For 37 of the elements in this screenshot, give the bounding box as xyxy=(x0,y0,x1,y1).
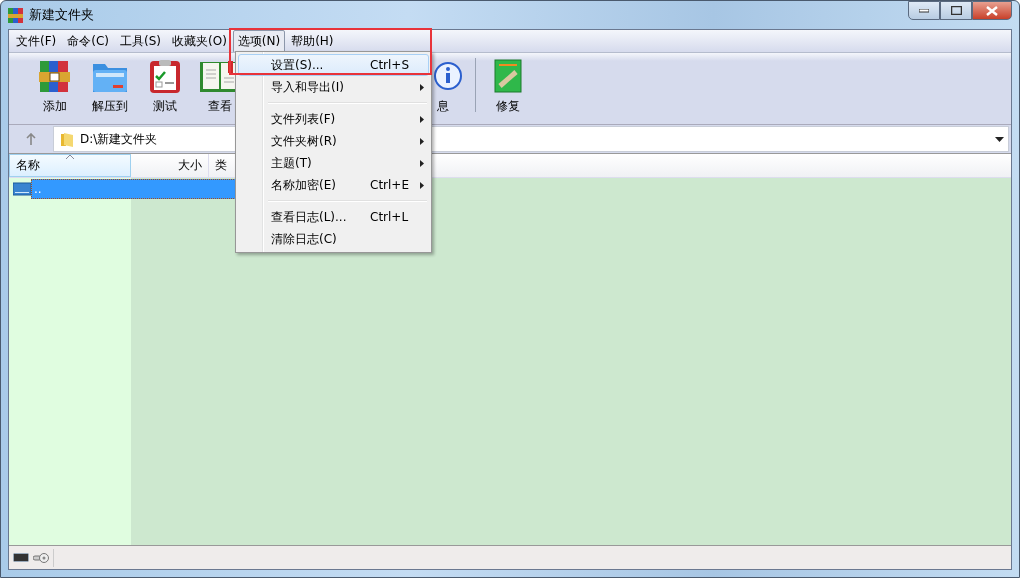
books-icon xyxy=(36,58,73,94)
menu-entry[interactable]: 名称加密(E) Ctrl+E xyxy=(238,174,429,196)
toolbar-button[interactable]: 测试 xyxy=(137,58,192,115)
menu-entry[interactable]: 导入和导出(I) xyxy=(238,76,429,98)
menu-entry[interactable]: 文件夹树(R) xyxy=(238,130,429,152)
toolbar-button[interactable]: 修复 xyxy=(488,58,528,115)
parent-folder-icon xyxy=(13,182,31,196)
repair-kit-icon xyxy=(493,58,523,94)
folder-icon xyxy=(60,131,74,147)
column-header[interactable]: 大小 xyxy=(178,157,202,174)
up-arrow-icon[interactable] xyxy=(26,133,36,145)
column-header[interactable]: 名称 xyxy=(16,157,40,174)
toolbar-button[interactable]: 息 xyxy=(433,58,463,115)
app-icon xyxy=(8,7,23,23)
drive-icon xyxy=(13,553,29,562)
menu-item[interactable]: 命令(C) xyxy=(62,29,114,53)
clipboard-icon xyxy=(147,58,182,94)
toolbar-button[interactable]: 解压到 xyxy=(82,58,137,115)
window-title: 新建文件夹 xyxy=(29,6,94,24)
toolbar-button[interactable]: 添加 xyxy=(27,58,82,115)
menu-entry[interactable]: 主题(T) xyxy=(238,152,429,174)
minimize-icon xyxy=(919,8,929,13)
menu-entry[interactable]: 设置(S)... Ctrl+S xyxy=(238,54,429,76)
close-button[interactable] xyxy=(972,1,1012,20)
menu-entry[interactable]: 清除日志(C) xyxy=(238,228,429,250)
menu-item[interactable]: 收藏夹(O) xyxy=(167,29,232,53)
key-icon xyxy=(33,551,49,564)
minimize-button[interactable] xyxy=(908,1,940,20)
dropdown-arrow-icon[interactable] xyxy=(995,136,1004,142)
menu-item[interactable]: 工具(S) xyxy=(115,29,166,53)
maximize-icon xyxy=(950,6,962,15)
menu-item[interactable]: 文件(F) xyxy=(11,29,62,53)
menu-entry[interactable]: 查看日志(L)... Ctrl+L xyxy=(238,206,429,228)
close-icon xyxy=(986,5,998,16)
column-header[interactable]: 类 xyxy=(215,157,227,174)
menu-item[interactable]: 帮助(H) xyxy=(286,29,339,53)
maximize-button[interactable] xyxy=(940,1,972,20)
